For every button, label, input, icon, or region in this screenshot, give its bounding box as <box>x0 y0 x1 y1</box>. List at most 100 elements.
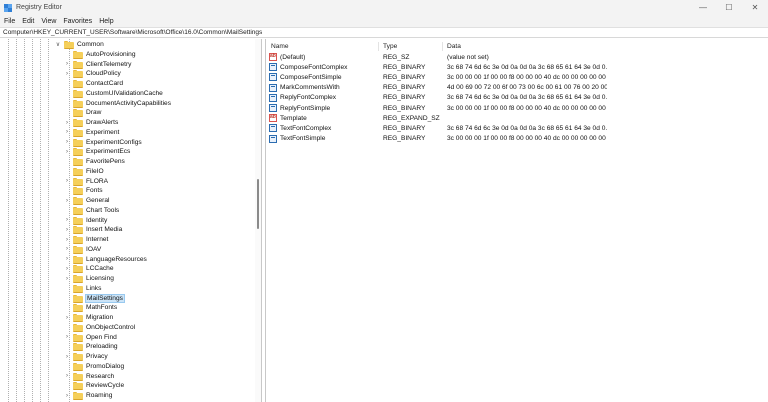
close-button[interactable]: ✕ <box>742 0 768 15</box>
value-row[interactable]: ReplyFontSimple REG_BINARY 3c 00 00 00 1f … <box>266 103 768 113</box>
chevron-right-icon[interactable]: › <box>64 256 70 262</box>
tree-item[interactable]: DocumentActivityCapabilities <box>64 98 171 108</box>
chevron-right-icon[interactable]: › <box>64 315 70 321</box>
tree-item[interactable]: MailSettings <box>64 293 125 303</box>
menu-favorites[interactable]: Favorites <box>63 18 92 25</box>
tree-item[interactable]: FileIO <box>64 167 104 177</box>
folder-icon <box>73 60 83 69</box>
column-divider[interactable] <box>442 42 443 51</box>
title-bar[interactable]: Registry Editor — ☐ ✕ <box>0 0 768 15</box>
tree-scrollbar[interactable] <box>255 39 261 402</box>
chevron-right-icon[interactable]: › <box>64 198 70 204</box>
tree-item[interactable]: › Open Find <box>64 332 117 342</box>
value-name-cell: MarkCommentsWith <box>269 83 377 93</box>
minimize-button[interactable]: — <box>690 0 716 15</box>
tree-item[interactable]: › Insert Media <box>64 225 122 235</box>
tree-item[interactable]: PromoDialog <box>64 362 124 372</box>
chevron-right-icon[interactable]: › <box>64 129 70 135</box>
tree-item[interactable]: › FLORA <box>64 176 108 186</box>
column-header-data[interactable]: Data <box>447 41 461 51</box>
tree-item-common[interactable]: ∨ Common <box>55 40 104 50</box>
value-name: TextFontComplex <box>280 124 332 132</box>
tree-item[interactable]: Chart Tools <box>64 206 119 216</box>
chevron-right-icon[interactable]: › <box>64 237 70 243</box>
tree-item[interactable]: › Internet <box>64 235 108 245</box>
column-divider[interactable] <box>378 42 379 51</box>
value-row[interactable]: MarkCommentsWith REG_BINARY 4d 00 69 00 72… <box>266 83 768 93</box>
tree-item[interactable]: OnObjectControl <box>64 323 135 333</box>
column-header-name[interactable]: Name <box>271 41 289 51</box>
value-row[interactable]: ComposeFontSimple REG_BINARY 3c 00 00 00 1… <box>266 72 768 82</box>
scroll-thumb[interactable] <box>257 179 259 229</box>
chevron-right-icon[interactable]: › <box>64 120 70 126</box>
tree-item-label: Common <box>77 41 104 49</box>
tree-item[interactable]: ReviewCycle <box>64 381 124 391</box>
chevron-right-icon[interactable]: › <box>64 334 70 340</box>
chevron-right-icon[interactable]: › <box>64 139 70 145</box>
tree-item-label: Internet <box>86 236 109 244</box>
value-row[interactable]: Template REG_EXPAND_SZ <box>266 113 768 123</box>
tree-item[interactable]: Fonts <box>64 186 103 196</box>
tree-item[interactable]: › CloudPolicy <box>64 69 121 79</box>
tree-item[interactable]: CustomUIValidationCache <box>64 89 163 99</box>
tree-item[interactable]: › ExperimentConfigs <box>64 137 142 147</box>
chevron-right-icon[interactable]: › <box>64 227 70 233</box>
menu-view[interactable]: View <box>41 18 56 25</box>
value-row[interactable]: (Default) REG_SZ (value not set) <box>266 52 768 62</box>
tree-item[interactable]: › LanguageResources <box>64 254 147 264</box>
tree-item[interactable]: › Migration <box>64 313 113 323</box>
tree-item[interactable]: Links <box>64 284 101 294</box>
tree-item[interactable]: MathFonts <box>64 303 117 313</box>
tree-item[interactable]: › Experiment <box>64 128 119 138</box>
value-row[interactable]: ComposeFontComplex REG_BINARY 3c 68 74 6d … <box>266 62 768 72</box>
tree-item[interactable]: › ExperimentEcs <box>64 147 130 157</box>
chevron-right-icon[interactable]: › <box>64 217 70 223</box>
tree-item[interactable]: Draw <box>64 108 101 118</box>
value-name-cell: TextFontComplex <box>269 123 377 133</box>
tree-item[interactable]: FavoritePens <box>64 157 125 167</box>
tree-item[interactable]: › LCCache <box>64 264 114 274</box>
folder-icon <box>73 216 83 225</box>
menu-file[interactable]: File <box>4 18 15 25</box>
chevron-right-icon[interactable]: › <box>64 246 70 252</box>
chevron-right-icon[interactable]: › <box>64 71 70 77</box>
address-bar[interactable]: Computer\HKEY_CURRENT_USER\Software\Micr… <box>0 27 768 38</box>
tree-item[interactable]: › General <box>64 196 109 206</box>
tree-item[interactable]: › IOAV <box>64 245 101 255</box>
key-tree[interactable]: ∨ Common AutoProvisioning › ClientTelemetr… <box>0 39 262 402</box>
value-row[interactable]: TextFontSimple REG_BINARY 3c 00 00 00 1f 0… <box>266 134 768 144</box>
tree-item-label: MathFonts <box>86 304 118 312</box>
tree-item[interactable]: › ClientTelemetry <box>64 59 131 69</box>
tree-item[interactable]: › Privacy <box>64 352 108 362</box>
value-row[interactable]: ReplyFontComplex REG_BINARY 3c 68 74 6d 6c… <box>266 93 768 103</box>
chevron-down-icon[interactable]: ∨ <box>55 41 61 48</box>
tree-item[interactable]: › Identity <box>64 215 107 225</box>
chevron-right-icon[interactable]: › <box>64 354 70 360</box>
chevron-right-icon[interactable]: › <box>64 393 70 399</box>
value-name: MarkCommentsWith <box>280 84 340 92</box>
column-header-type[interactable]: Type <box>383 41 397 51</box>
value-name-cell: (Default) <box>269 52 377 62</box>
tree-item[interactable]: › Research <box>64 371 114 381</box>
tree-item[interactable]: Preloading <box>64 342 118 352</box>
value-row[interactable]: TextFontComplex REG_BINARY 3c 68 74 6d 6c … <box>266 123 768 133</box>
values-list[interactable]: Name Type Data (Default) REG_SZ (value not… <box>265 39 768 402</box>
chevron-right-icon[interactable]: › <box>64 276 70 282</box>
tree-item[interactable]: AutoProvisioning <box>64 50 135 60</box>
chevron-right-icon[interactable]: › <box>64 373 70 379</box>
tree-item-label: CloudPolicy <box>86 70 121 78</box>
chevron-right-icon[interactable]: › <box>64 61 70 67</box>
chevron-right-icon[interactable]: › <box>64 149 70 155</box>
value-type-icon <box>269 93 277 102</box>
chevron-right-icon[interactable]: › <box>64 178 70 184</box>
value-data: 4d 00 69 00 72 00 6f 00 73 00 6c 00 61 0… <box>447 84 607 92</box>
menu-help[interactable]: Help <box>99 18 113 25</box>
tree-item[interactable]: ContactCard <box>64 79 123 89</box>
maximize-button[interactable]: ☐ <box>716 0 742 15</box>
tree-item-label: IOAV <box>86 245 102 253</box>
chevron-right-icon[interactable]: › <box>64 266 70 272</box>
menu-edit[interactable]: Edit <box>22 18 34 25</box>
tree-item[interactable]: › Licensing <box>64 274 114 284</box>
tree-item[interactable]: › Roaming <box>64 391 112 401</box>
tree-item[interactable]: › DrawAlerts <box>64 118 118 128</box>
